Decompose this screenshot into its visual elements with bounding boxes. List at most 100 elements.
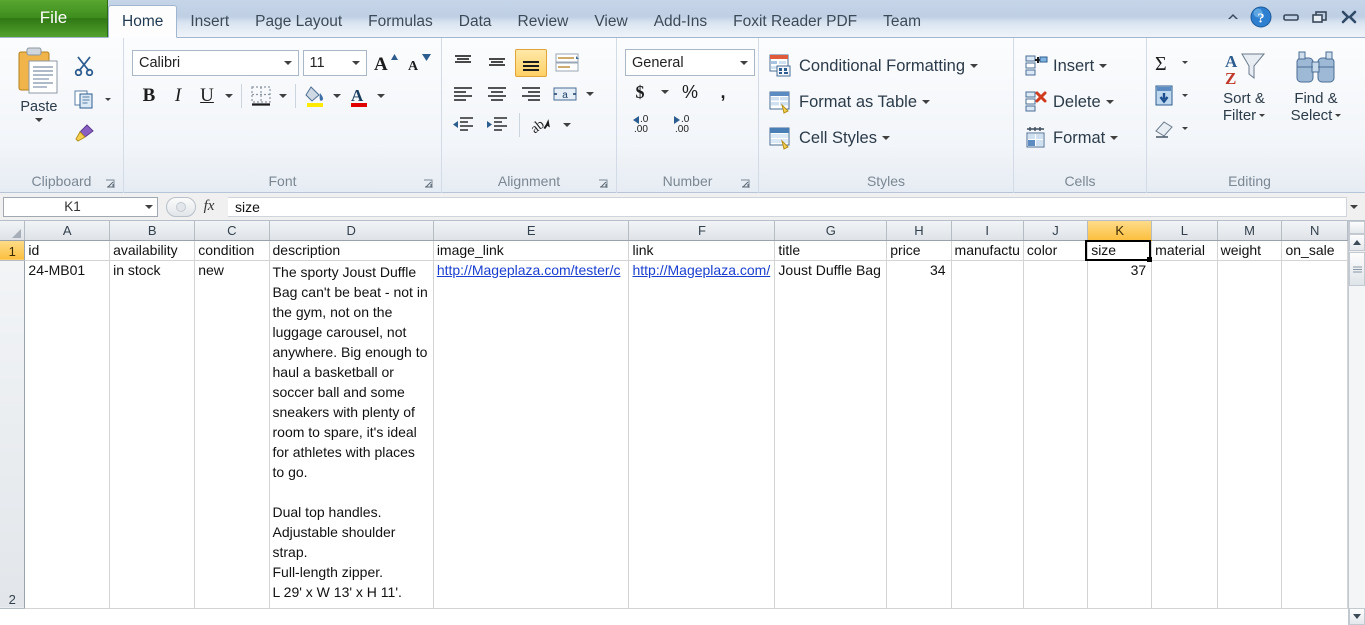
merge-center-chevron-down-icon[interactable]	[583, 91, 597, 96]
font-name-chevron-down-icon[interactable]	[280, 61, 296, 65]
cancel-enter-pill[interactable]	[166, 196, 196, 217]
font-size-chevron-down-icon[interactable]	[348, 61, 364, 65]
conditional-formatting-chevron-down-icon[interactable]	[970, 64, 978, 68]
top-align-button[interactable]	[447, 49, 479, 77]
comma-style-button[interactable]: ,	[708, 78, 738, 106]
row-header-1[interactable]: 1	[0, 240, 26, 261]
wrap-text-button[interactable]	[549, 49, 585, 77]
tab-data[interactable]: Data	[446, 6, 505, 37]
tab-view[interactable]: View	[581, 6, 640, 37]
cell-n2[interactable]	[1281, 260, 1348, 609]
column-header-a[interactable]: A	[24, 221, 111, 241]
bottom-align-button[interactable]	[515, 48, 547, 77]
insert-cells-chevron-down-icon[interactable]	[1099, 64, 1108, 68]
cell-m1[interactable]: weight	[1217, 240, 1283, 261]
cell-styles-button[interactable]: Cell Styles	[764, 120, 1008, 156]
tab-foxit-reader-pdf[interactable]: Foxit Reader PDF	[720, 6, 870, 37]
link-hyperlink[interactable]: http://Mageplaza.com/	[632, 262, 770, 278]
column-header-j[interactable]: J	[1023, 221, 1089, 241]
select-all-corner[interactable]	[0, 221, 26, 241]
delete-cells-chevron-down-icon[interactable]	[1105, 100, 1114, 104]
column-header-g[interactable]: G	[774, 221, 888, 241]
copy-chevron-down-icon[interactable]	[104, 97, 111, 101]
middle-align-button[interactable]	[481, 49, 513, 77]
insert-function-button[interactable]: fx	[196, 196, 222, 218]
cell-i2[interactable]	[951, 260, 1024, 609]
borders-chevron-down-icon[interactable]	[276, 82, 290, 110]
image-link-hyperlink[interactable]: http://Mageplaza.com/tester/c	[437, 262, 621, 278]
cell-a2[interactable]: 24-MB01	[24, 260, 111, 609]
clear-button[interactable]	[1152, 112, 1208, 145]
cell-c1[interactable]: condition	[194, 240, 270, 261]
tab-team[interactable]: Team	[870, 6, 934, 37]
accounting-chevron-down-icon[interactable]	[658, 78, 672, 106]
cell-h2[interactable]: 34	[886, 260, 952, 609]
autosum-button[interactable]: Σ	[1152, 46, 1208, 79]
grow-font-button[interactable]: A	[371, 49, 400, 77]
cell-l1[interactable]: material	[1151, 240, 1218, 261]
column-header-i[interactable]: I	[951, 221, 1024, 241]
cell-f1[interactable]: link	[628, 240, 776, 261]
worksheet[interactable]: A B C D E F G H I J K L M N 1 id availab…	[0, 221, 1348, 625]
cell-h1[interactable]: price	[886, 240, 952, 261]
orientation-button[interactable]: ab	[526, 111, 558, 139]
column-header-l[interactable]: L	[1151, 221, 1218, 241]
font-color-button[interactable]: A	[345, 82, 373, 110]
cell-m2[interactable]	[1217, 260, 1283, 609]
orientation-chevron-down-icon[interactable]	[560, 122, 574, 127]
delete-cells-button[interactable]: Delete	[1019, 84, 1141, 120]
fill-color-chevron-down-icon[interactable]	[330, 82, 344, 110]
decrease-decimal-button[interactable]: .0 .00	[666, 109, 704, 137]
column-header-d[interactable]: D	[269, 221, 434, 241]
format-cells-chevron-down-icon[interactable]	[1110, 136, 1119, 140]
tab-home[interactable]: Home	[108, 5, 178, 38]
autosum-chevron-down-icon[interactable]	[1182, 61, 1188, 64]
column-header-c[interactable]: C	[194, 221, 270, 241]
number-format-chevron-down-icon[interactable]	[736, 60, 752, 65]
clipboard-dialog-launcher[interactable]	[105, 179, 116, 190]
align-center-button[interactable]	[481, 80, 513, 108]
number-dialog-launcher[interactable]	[740, 179, 751, 190]
cell-f2[interactable]: http://Mageplaza.com/	[628, 260, 776, 609]
scroll-down-button[interactable]	[1349, 608, 1365, 625]
conditional-formatting-button[interactable]: Conditional Formatting	[764, 48, 1008, 84]
italic-button[interactable]: I	[164, 82, 192, 110]
help-icon[interactable]: ?	[1250, 6, 1272, 28]
font-color-chevron-down-icon[interactable]	[374, 82, 388, 110]
tab-review[interactable]: Review	[505, 6, 582, 37]
cell-j2[interactable]	[1023, 260, 1089, 609]
copy-button[interactable]	[73, 82, 118, 116]
tab-insert[interactable]: Insert	[177, 6, 242, 37]
find-select-button[interactable]: Find & Select	[1280, 46, 1352, 171]
clear-chevron-down-icon[interactable]	[1182, 127, 1188, 130]
file-tab[interactable]: File	[0, 0, 108, 37]
insert-cells-button[interactable]: Insert	[1019, 48, 1141, 84]
number-format-combo[interactable]: General	[625, 49, 755, 76]
cell-d2[interactable]: The sporty Joust Duffle Bag can't be bea…	[269, 260, 434, 609]
cell-k1[interactable]: size	[1087, 240, 1153, 261]
cell-k2[interactable]: 37	[1087, 260, 1153, 609]
format-as-table-button[interactable]: Format as Table	[764, 84, 1008, 120]
increase-decimal-button[interactable]: .0 .00	[625, 109, 663, 137]
tab-formulas[interactable]: Formulas	[355, 6, 446, 37]
cell-styles-chevron-down-icon[interactable]	[881, 136, 890, 140]
cell-i1[interactable]: manufactu	[951, 240, 1024, 261]
formula-input[interactable]: size	[228, 196, 1347, 217]
format-painter-button[interactable]	[73, 116, 118, 150]
cut-button[interactable]	[73, 48, 118, 82]
cell-d1[interactable]: description	[269, 240, 434, 261]
column-header-n[interactable]: N	[1281, 221, 1348, 241]
underline-button[interactable]: U	[193, 82, 221, 110]
column-header-b[interactable]: B	[109, 221, 196, 241]
minimize-icon[interactable]	[1281, 10, 1301, 24]
scroll-up-button[interactable]	[1349, 234, 1365, 251]
column-header-h[interactable]: H	[886, 221, 952, 241]
decrease-indent-button[interactable]	[447, 111, 479, 139]
cell-e2[interactable]: http://Mageplaza.com/tester/c	[433, 260, 630, 609]
fill-button[interactable]	[1152, 79, 1208, 112]
cell-j1[interactable]: color	[1023, 240, 1089, 261]
font-dialog-launcher[interactable]	[423, 179, 434, 190]
shrink-font-button[interactable]: A	[405, 49, 434, 77]
cell-b1[interactable]: availability	[109, 240, 196, 261]
underline-chevron-down-icon[interactable]	[222, 82, 236, 110]
